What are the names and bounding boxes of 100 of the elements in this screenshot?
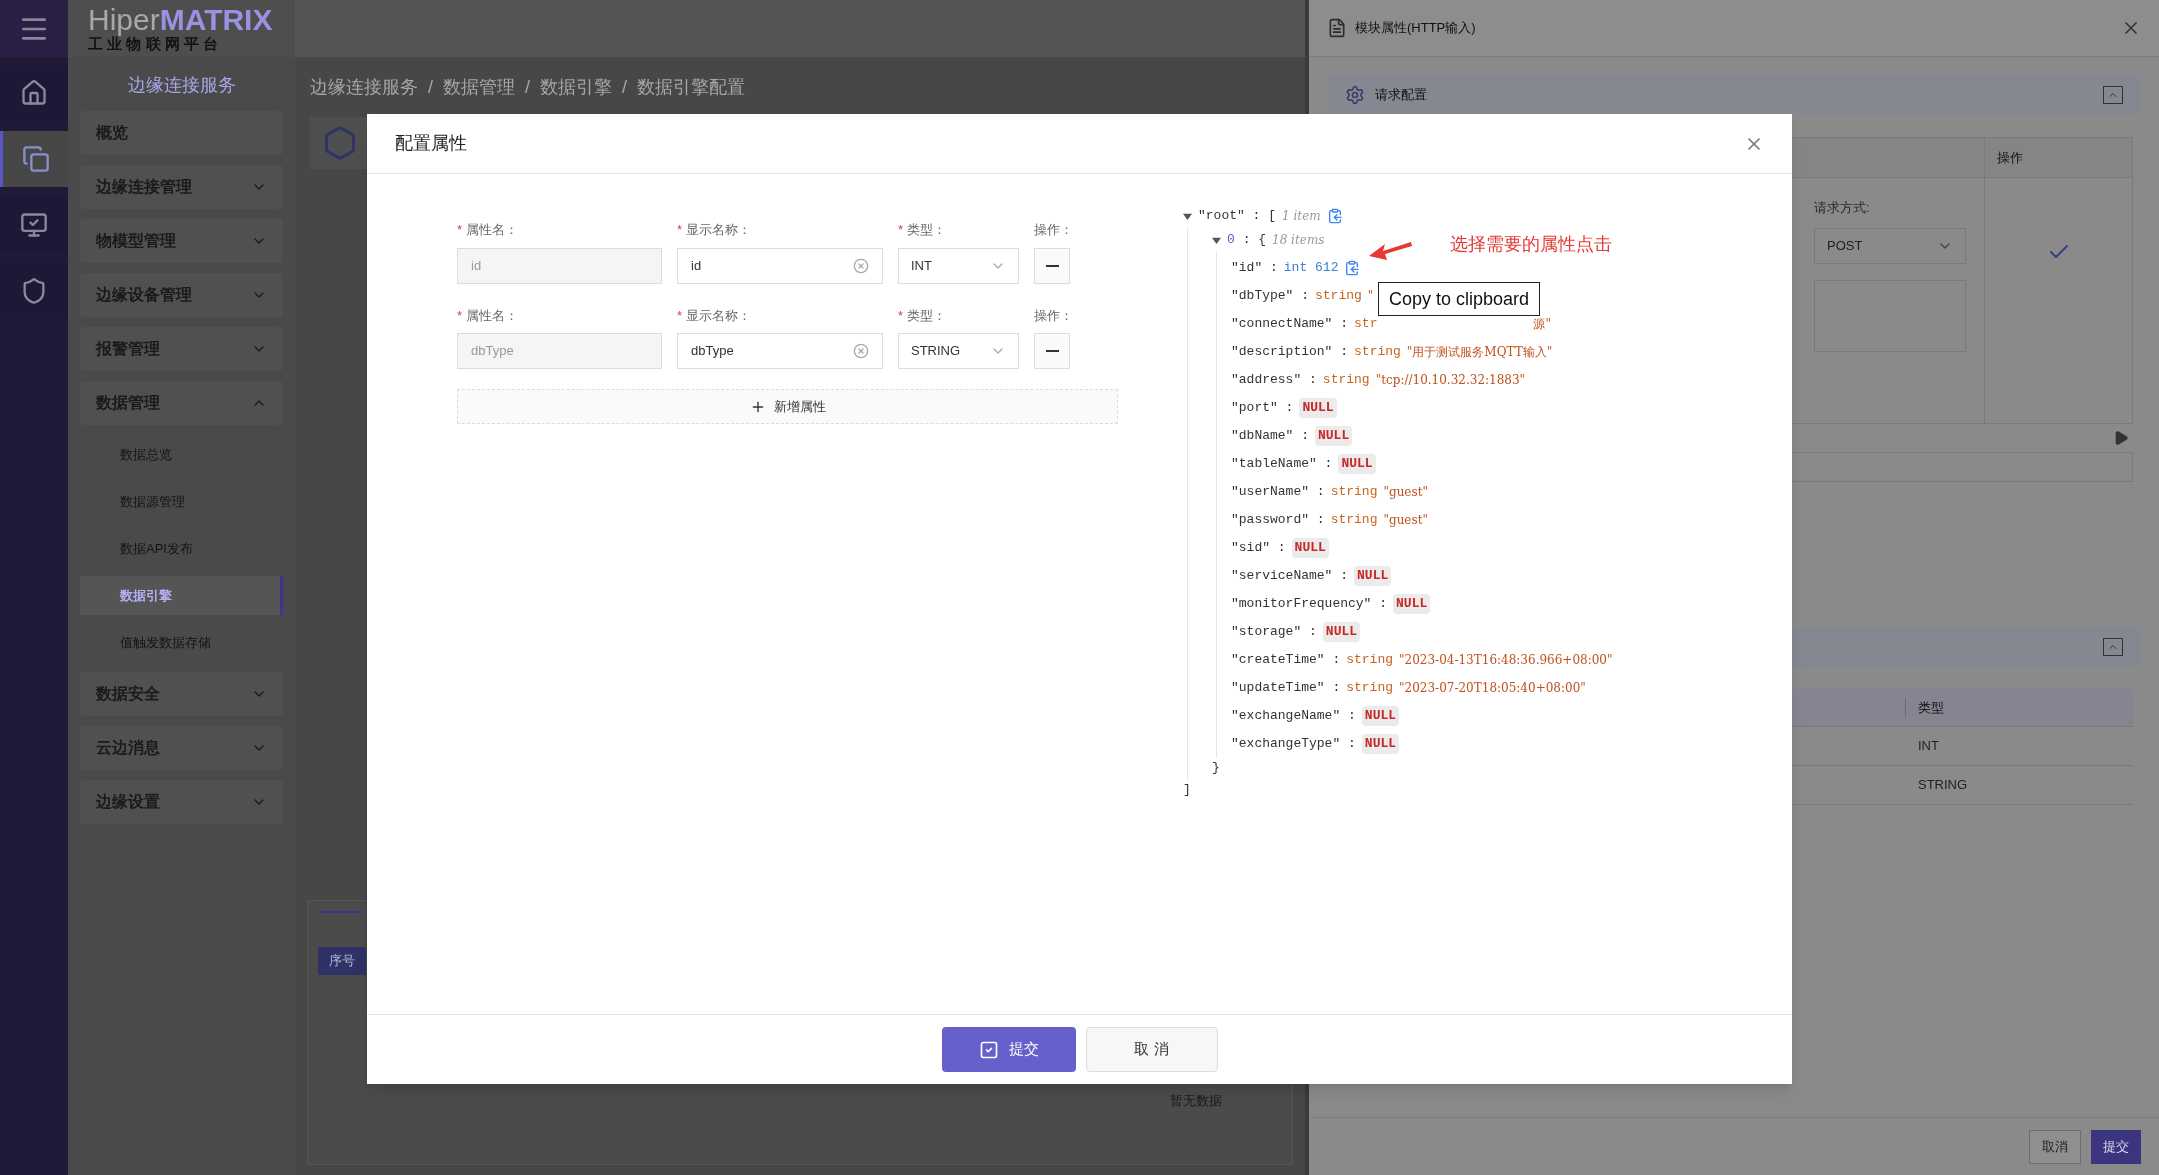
annotation-text: 选择需要的属性点击	[1450, 233, 1612, 256]
sidebar-title: 边缘连接服务	[127, 74, 236, 97]
json-type: string	[1346, 651, 1394, 670]
json-key[interactable]: "description" :	[1231, 342, 1349, 362]
method-select[interactable]: POST	[1814, 227, 1966, 264]
display-name-field[interactable]: id	[677, 247, 883, 284]
json-value: "	[1367, 288, 1374, 305]
expanded-triangle-icon[interactable]	[1212, 235, 1221, 245]
type-select[interactable]: STRING	[898, 333, 1019, 369]
json-key[interactable]: "exchangeName" :	[1231, 706, 1356, 726]
type-select[interactable]: INT	[898, 247, 1019, 284]
rail-item[interactable]	[0, 131, 68, 187]
breadcrumb-item[interactable]: 数据引擎配置	[637, 73, 746, 101]
copy-icon[interactable]	[1326, 208, 1343, 224]
field-label: * 类型：	[898, 221, 948, 239]
json-key[interactable]: "connectName" :	[1231, 314, 1349, 334]
null-badge: NULL	[1291, 538, 1329, 558]
null-badge: NULL	[1393, 594, 1431, 614]
sidebar-subitem[interactable]: 数据引擎	[80, 576, 283, 615]
submit-button[interactable]: 提交	[2091, 1129, 2141, 1164]
json-type: string	[1322, 371, 1370, 390]
field-label: 请求方式:	[1814, 199, 1871, 217]
logo-text: HiperMATRIX	[88, 4, 274, 35]
field-label: * 属性名：	[457, 221, 520, 239]
breadcrumb-separator: /	[525, 75, 531, 99]
copy-icon	[21, 145, 50, 173]
json-key[interactable]: "tableName" :	[1231, 454, 1333, 474]
clear-icon[interactable]	[853, 257, 869, 274]
drawer-title: 模块属性(HTTP输入)	[1355, 19, 1476, 38]
closing-bracket: ]	[1183, 781, 1192, 799]
json-key[interactable]: "dbType" :	[1231, 286, 1309, 306]
breadcrumb-item[interactable]: 数据管理	[443, 73, 515, 101]
play-icon[interactable]	[2113, 430, 2129, 446]
item-count: 18 items	[1272, 232, 1325, 249]
breadcrumb-separator: /	[428, 75, 433, 99]
json-value: "2023-07-20T18:05:40+08:00"	[1399, 680, 1586, 697]
null-badge: NULL	[1299, 398, 1337, 418]
json-type: string	[1354, 343, 1401, 362]
cancel-button[interactable]: 取消	[2029, 1129, 2081, 1164]
table-cell: STRING	[1905, 766, 2133, 805]
json-key[interactable]: "userName" :	[1231, 482, 1325, 502]
null-badge: NULL	[1361, 734, 1400, 754]
field-label: 操作：	[1034, 306, 1074, 325]
json-key[interactable]: "dbName" :	[1231, 426, 1309, 446]
json-value: "用于测试服务MQTT输入"	[1406, 344, 1553, 361]
json-value: int 612	[1283, 259, 1339, 278]
json-value: "2023-04-13T16:48:36.966+08:00"	[1399, 652, 1613, 669]
json-key[interactable]: "sid" :	[1231, 538, 1286, 558]
null-badge: NULL	[1322, 622, 1361, 642]
null-badge: NULL	[1361, 706, 1400, 726]
check-square-icon	[978, 1039, 999, 1060]
breadcrumb-item[interactable]: 数据引擎	[540, 73, 613, 101]
json-key[interactable]: "password" :	[1231, 510, 1325, 530]
table-header-cell: 序号	[318, 947, 366, 975]
collapse-button[interactable]	[2103, 638, 2123, 656]
add-attribute-button[interactable]: 新增属性	[457, 389, 1118, 424]
monitor-icon	[20, 211, 48, 239]
json-value: "guest"	[1383, 484, 1428, 501]
column-header: 类型	[1905, 697, 1944, 718]
json-key[interactable]: "monitorFrequency" :	[1231, 594, 1388, 614]
closing-brace: }	[1212, 759, 1221, 777]
copy-icon[interactable]	[1344, 260, 1361, 276]
json-key[interactable]: "id" :	[1231, 258, 1278, 278]
clear-icon[interactable]	[853, 343, 869, 359]
minus-icon	[1045, 264, 1059, 267]
json-type: string	[1330, 483, 1378, 502]
json-value: "tcp://10.10.32.32:1883"	[1375, 372, 1526, 389]
copy-tooltip: Copy to clipboard	[1378, 282, 1541, 316]
json-key[interactable]: "serviceName" :	[1231, 566, 1349, 586]
field-label: * 显示名称：	[677, 221, 753, 239]
cancel-button[interactable]: 取 消	[1085, 1027, 1218, 1072]
modal-title: 配置属性	[395, 132, 467, 155]
json-type: str	[1354, 315, 1378, 334]
field-label: * 属性名：	[457, 306, 520, 325]
hexagon-icon	[322, 125, 358, 161]
submit-button[interactable]: 提交	[941, 1027, 1076, 1072]
column-header: 操作	[1984, 138, 2132, 178]
expanded-triangle-icon[interactable]	[1183, 211, 1192, 221]
json-key[interactable]: "createTime" :	[1231, 650, 1341, 670]
breadcrumb-separator: /	[622, 75, 628, 99]
null-badge: NULL	[1315, 426, 1353, 446]
json-key[interactable]: "root" : [	[1198, 206, 1276, 226]
json-value: "guest"	[1383, 512, 1428, 529]
menu-button[interactable]	[0, 0, 68, 57]
json-key[interactable]: "storage" :	[1231, 622, 1317, 642]
json-key[interactable]: "exchangeType" :	[1231, 734, 1356, 754]
json-key[interactable]: "address" :	[1231, 370, 1317, 390]
gear-icon	[1345, 85, 1365, 105]
section-title: 请求配置	[1375, 86, 1427, 105]
json-key[interactable]: "updateTime" :	[1231, 678, 1341, 698]
json-type: string	[1330, 511, 1378, 530]
json-type: string	[1346, 679, 1394, 698]
breadcrumb-item[interactable]: 边缘连接服务	[310, 73, 418, 101]
collapse-button[interactable]	[2103, 86, 2123, 104]
json-key[interactable]: "port" :	[1231, 398, 1294, 418]
field-label: * 类型：	[898, 306, 948, 325]
json-type: string	[1315, 287, 1362, 306]
null-badge: NULL	[1338, 454, 1376, 474]
json-index[interactable]: 0 : {	[1227, 230, 1267, 250]
display-name-field[interactable]: dbType	[677, 333, 883, 369]
